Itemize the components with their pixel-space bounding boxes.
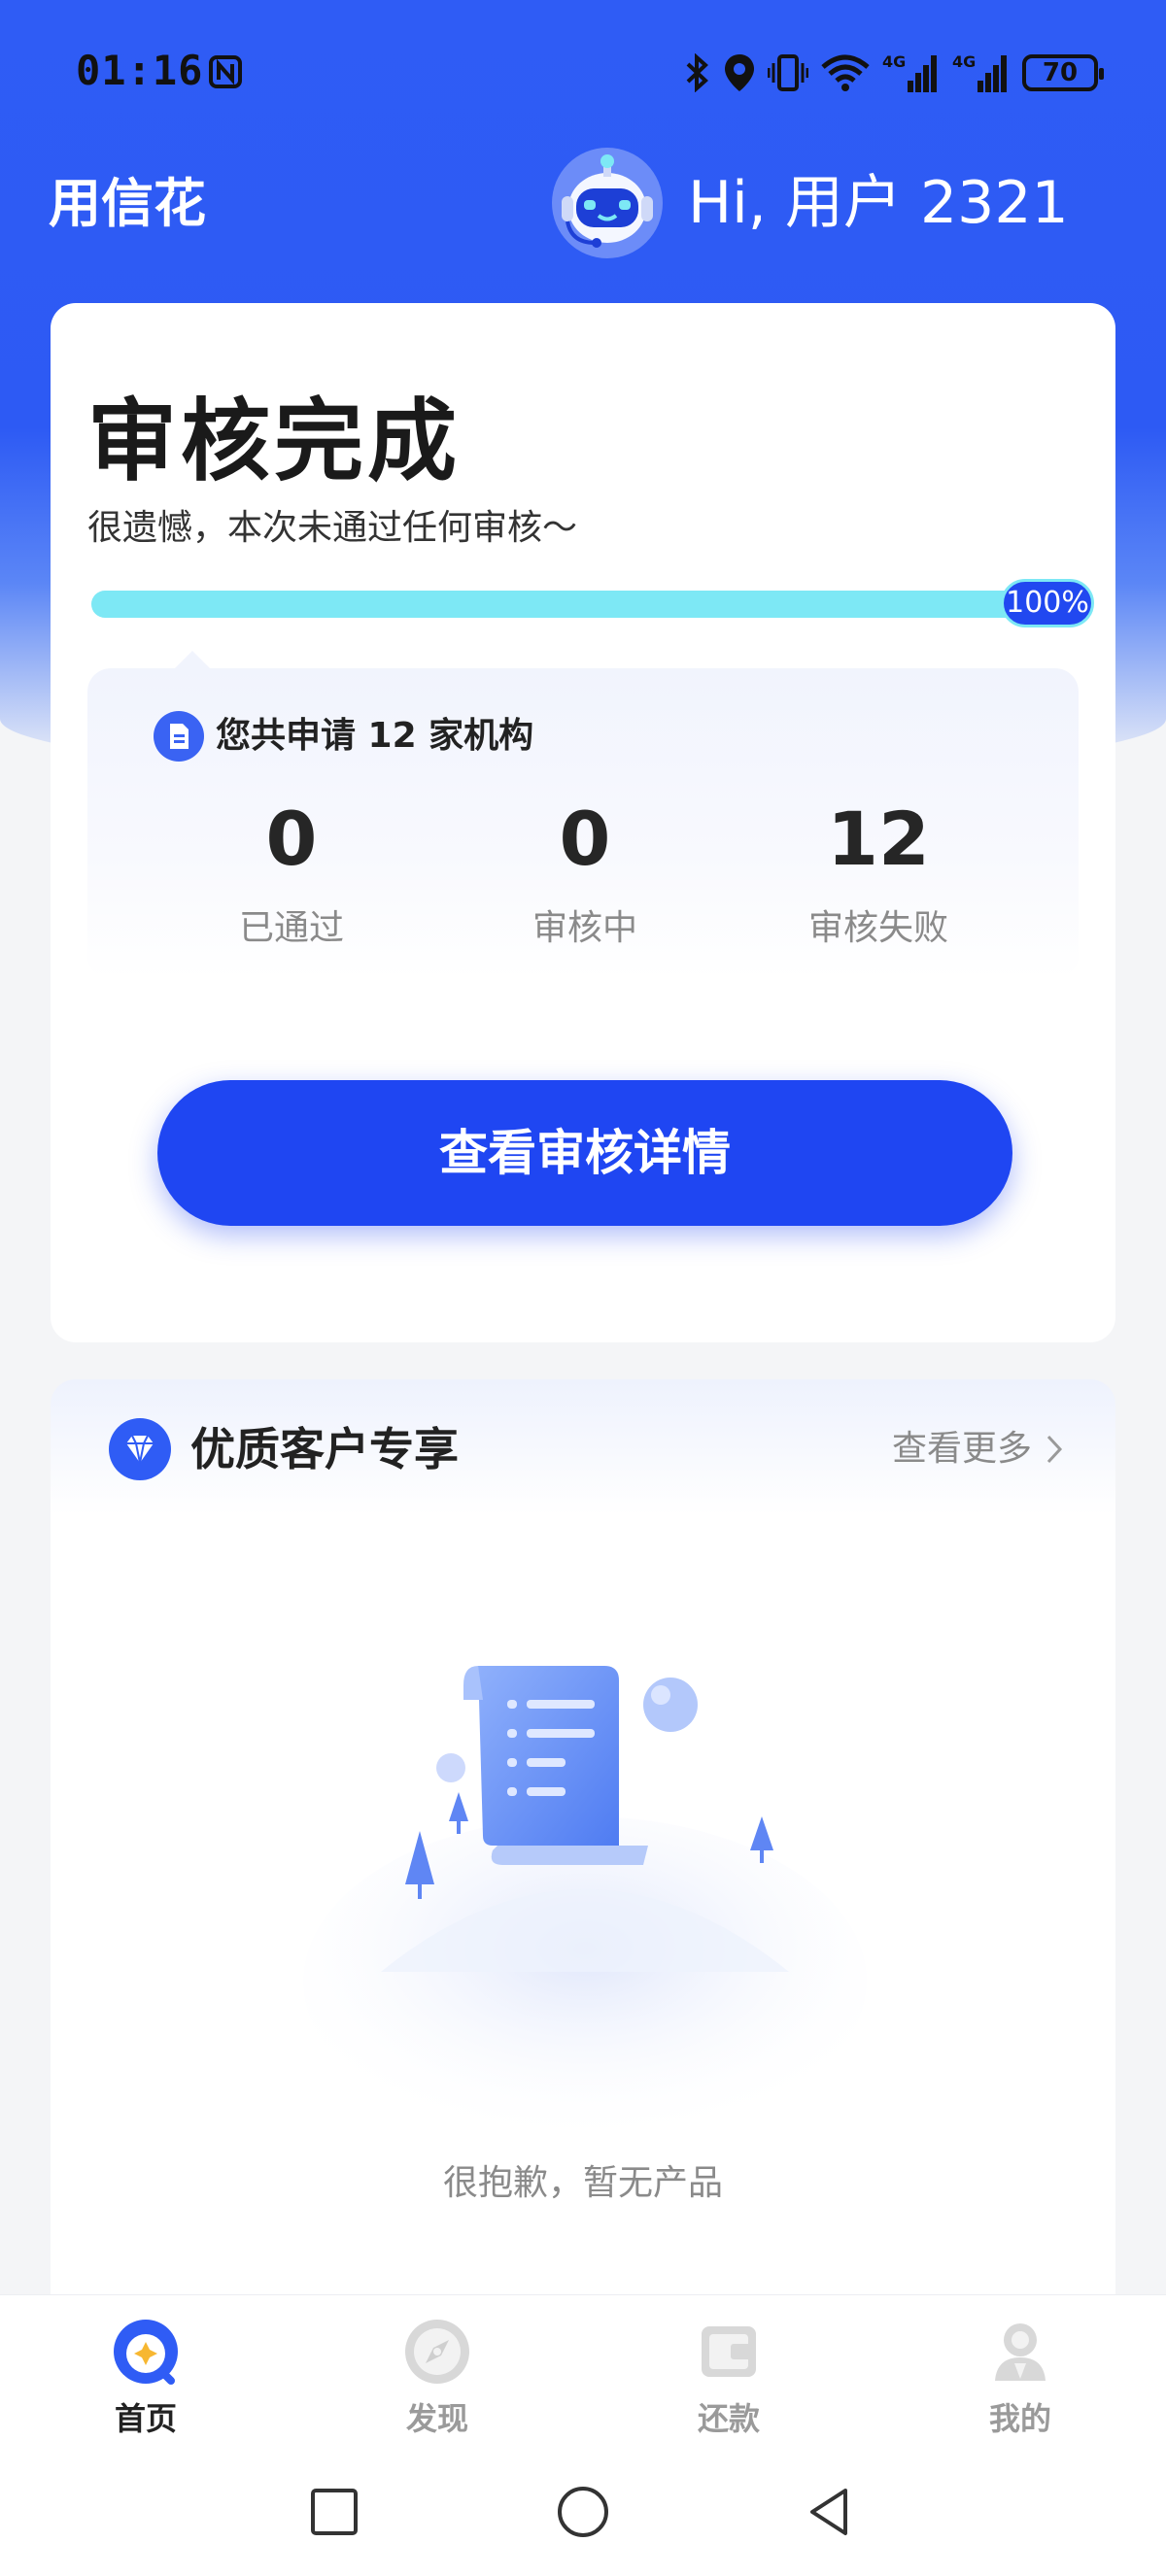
view-more-link[interactable]: 查看更多 [892, 1418, 1063, 1480]
stat-value: 0 [559, 796, 611, 882]
diamond-icon [109, 1418, 171, 1480]
nfc-icon [209, 55, 242, 88]
wifi-icon [821, 54, 870, 91]
signal-4g-icon-2: 4G [952, 52, 1007, 92]
compass-icon [405, 2320, 469, 2384]
tab-home[interactable]: 首页 [68, 2317, 223, 2439]
view-more-label: 查看更多 [891, 1429, 1032, 1469]
tab-label: 首页 [114, 2400, 177, 2437]
status-time: 01:16 [76, 47, 204, 94]
battery-indicator: 70 [1022, 54, 1104, 91]
progress-label: 100% [1001, 579, 1094, 627]
home-icon [114, 2320, 178, 2385]
recent-apps-icon[interactable] [303, 2481, 365, 2543]
stat-in-review: 0 审核中 [439, 795, 731, 950]
stat-value: 12 [827, 796, 930, 882]
back-triangle-icon[interactable] [799, 2481, 861, 2543]
svg-text:4G: 4G [882, 52, 906, 71]
status-bar: 01:16 4G 4G 70 [0, 0, 1166, 146]
premium-products-section: 优质客户专享 查看更多 很抱歉，暂无产品 [51, 1379, 1115, 2351]
review-title: 审核完成 [87, 390, 462, 493]
tab-repay[interactable]: 还款 [651, 2317, 806, 2439]
stat-failed: 12 审核失败 [733, 795, 1024, 950]
user-greeting: Hi, 用户 2321 [688, 169, 1069, 237]
stat-label: 审核中 [532, 908, 637, 948]
svg-text:4G: 4G [952, 52, 976, 71]
review-subtitle: 很遗憾，本次未通过任何审核～ [87, 508, 578, 548]
empty-state-text: 很抱歉，暂无产品 [442, 2163, 723, 2203]
status-icons: 4G 4G 70 [684, 49, 1104, 97]
progress-fill [91, 591, 1063, 618]
wallet-icon [702, 2326, 756, 2377]
application-stats: 您共申请 12 家机构 0 已通过 0 审核中 12 审核失败 [87, 651, 1079, 979]
stat-label: 审核失败 [807, 908, 948, 948]
location-icon [725, 54, 754, 91]
app-title: 用信花 [49, 173, 206, 234]
tab-label: 我的 [988, 2400, 1051, 2437]
tab-label: 发现 [405, 2400, 468, 2437]
stat-label: 已通过 [238, 908, 344, 948]
tab-label: 还款 [697, 2400, 760, 2437]
progress-track [91, 591, 1063, 618]
bluetooth-icon [686, 53, 708, 92]
user-icon [995, 2323, 1046, 2381]
document-icon [154, 711, 204, 762]
applied-summary: 您共申请 12 家机构 [216, 716, 534, 756]
review-result-card: 审核完成 很遗憾，本次未通过任何审核～ 100% 您共申请 12 家机构 0 已… [51, 303, 1115, 1342]
system-navigation-bar [0, 2452, 1166, 2576]
home-circle-icon[interactable] [552, 2481, 614, 2543]
view-review-details-button[interactable]: 查看审核详情 [157, 1080, 1012, 1226]
stat-passed: 0 已通过 [146, 795, 437, 950]
stat-value: 0 [265, 796, 318, 882]
premium-title: 优质客户专享 [190, 1423, 459, 1475]
empty-state-illustration [303, 1666, 867, 2137]
signal-4g-icon: 4G [882, 52, 937, 92]
tab-discover[interactable]: 发现 [360, 2317, 515, 2439]
bottom-tab-bar: 首页 发现 还款 我的 [0, 2294, 1166, 2452]
robot-avatar-icon[interactable] [550, 146, 665, 260]
tab-mine[interactable]: 我的 [943, 2317, 1098, 2439]
vibrate-icon [768, 54, 808, 91]
chevron-right-icon [1046, 1435, 1063, 1464]
